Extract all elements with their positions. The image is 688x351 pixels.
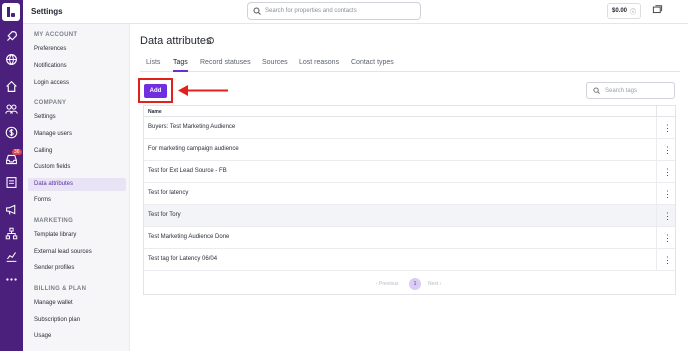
chart-icon[interactable]	[5, 250, 18, 263]
table-row[interactable]: Test for Tory ⋮	[144, 205, 675, 227]
global-search-placeholder: Search for properties and contacts	[265, 8, 357, 14]
search-icon	[253, 7, 261, 15]
wallet-balance[interactable]: $0.00 ⓘ	[607, 3, 642, 19]
info-icon: ⓘ	[630, 9, 637, 16]
pagination: ‹ Previous 1 Next ›	[144, 274, 675, 294]
row-menu-icon[interactable]: ⋮	[663, 254, 672, 266]
table-row[interactable]: For marketing campaign audience ⋮	[144, 139, 675, 161]
page-number-button[interactable]: 1	[409, 278, 421, 290]
dollar-icon[interactable]	[5, 126, 18, 139]
table-row[interactable]: Test tag for Latency 06/04 ⋮	[144, 249, 675, 271]
top-header: Settings Search for properties and conta…	[23, 0, 688, 24]
sidebar-item-custom-fields[interactable]: Custom fields	[28, 161, 126, 174]
sidebar-item-data-attributes[interactable]: Data attributes	[28, 178, 126, 191]
tag-name: Test for Ext Lead Source - FB	[148, 168, 227, 174]
next-page-button[interactable]: Next ›	[428, 281, 441, 287]
page-title: Data attributes	[140, 35, 212, 47]
row-menu-icon[interactable]: ⋮	[663, 232, 672, 244]
add-tag-button[interactable]: Add	[144, 84, 167, 98]
sidebar-item-usage[interactable]: Usage	[28, 330, 126, 343]
main-content: Data attributes ? Lists Tags Record stat…	[130, 24, 688, 351]
tag-name: Test for Tory	[148, 212, 181, 218]
tab-sources[interactable]: Sources	[262, 59, 288, 72]
tag-name: For marketing campaign audience	[148, 146, 239, 152]
column-header-name[interactable]: Name	[148, 109, 162, 115]
sidebar-item-preferences[interactable]: Preferences	[28, 43, 126, 56]
sidebar-item-login-access[interactable]: Login access	[28, 77, 126, 90]
search-tags-input[interactable]: Search tags	[586, 82, 675, 99]
sidebar-item-manage-wallet[interactable]: Manage wallet	[28, 297, 126, 310]
row-menu-icon[interactable]: ⋮	[663, 166, 672, 178]
search-tags-placeholder: Search tags	[605, 87, 638, 94]
tab-lost-reasons[interactable]: Lost reasons	[299, 59, 339, 72]
table-row[interactable]: Test Marketing Audience Done ⋮	[144, 227, 675, 249]
tag-name: Test Marketing Audience Done	[148, 234, 230, 240]
sidebar-item-sender-profiles[interactable]: Sender profiles	[28, 262, 126, 275]
sidebar-section-billing: BILLING & PLAN	[34, 286, 87, 292]
sidebar-item-manage-users[interactable]: Manage users	[28, 128, 126, 141]
search-icon	[593, 87, 600, 94]
tab-bar: Lists Tags Record statuses Sources Lost …	[140, 58, 680, 72]
sidebar-item-template-library[interactable]: Template library	[28, 229, 126, 242]
table-row[interactable]: Test for Ext Lead Source - FB ⋮	[144, 161, 675, 183]
sidebar-item-notifications[interactable]: Notifications	[28, 60, 126, 73]
settings-sidebar: MY ACCOUNT Preferences Notifications Log…	[23, 24, 130, 351]
app-logo[interactable]	[2, 3, 20, 21]
tab-contact-types[interactable]: Contact types	[351, 59, 394, 72]
tag-name: Test tag for Latency 06/04	[148, 256, 218, 262]
sidebar-item-calling[interactable]: Calling	[28, 145, 126, 158]
table-row[interactable]: Test for latency ⋮	[144, 183, 675, 205]
tab-record-statuses[interactable]: Record statuses	[200, 59, 251, 72]
chat-icon[interactable]	[652, 5, 663, 16]
row-menu-icon[interactable]: ⋮	[663, 144, 672, 156]
sidebar-item-external-lead-sources[interactable]: External lead sources	[28, 246, 126, 259]
app-rail: 36	[0, 0, 23, 351]
tag-name: Buyers: Test Marketing Audience	[148, 124, 236, 130]
more-dots-icon[interactable]	[5, 273, 18, 286]
tab-tags[interactable]: Tags	[173, 59, 188, 72]
home-icon[interactable]	[5, 80, 18, 93]
row-menu-icon[interactable]: ⋮	[663, 210, 672, 222]
global-search-input[interactable]: Search for properties and contacts	[247, 2, 421, 20]
table-row[interactable]: Buyers: Test Marketing Audience ⋮	[144, 117, 675, 139]
inbox-badge: 36	[12, 149, 22, 155]
sitemap-icon[interactable]	[5, 227, 18, 240]
sidebar-section-marketing: MARKETING	[34, 218, 74, 224]
globe-icon[interactable]	[5, 53, 18, 66]
help-icon[interactable]: ?	[207, 37, 214, 44]
rocket-icon[interactable]	[5, 30, 18, 43]
sidebar-item-forms[interactable]: Forms	[28, 194, 126, 207]
row-menu-icon[interactable]: ⋮	[663, 188, 672, 200]
sidebar-item-settings[interactable]: Settings	[28, 111, 126, 124]
annotation-arrow-icon	[178, 85, 228, 96]
sidebar-item-subscription-plan[interactable]: Subscription plan	[28, 314, 126, 327]
tag-name: Test for latency	[148, 190, 189, 196]
list-icon[interactable]	[5, 176, 18, 189]
wallet-balance-value: $0.00	[612, 8, 628, 14]
sidebar-section-company: COMPANY	[34, 100, 67, 106]
sidebar-section-my-account: MY ACCOUNT	[34, 32, 78, 38]
tab-lists[interactable]: Lists	[146, 59, 160, 72]
table-header: Name	[144, 106, 675, 117]
page-header-title: Settings	[31, 7, 63, 16]
tags-table: Name Buyers: Test Marketing Audience ⋮ F…	[143, 105, 676, 295]
row-menu-icon[interactable]: ⋮	[663, 122, 672, 134]
users-icon[interactable]	[5, 103, 18, 116]
megaphone-icon[interactable]	[5, 203, 18, 216]
previous-page-button[interactable]: ‹ Previous	[376, 281, 399, 287]
